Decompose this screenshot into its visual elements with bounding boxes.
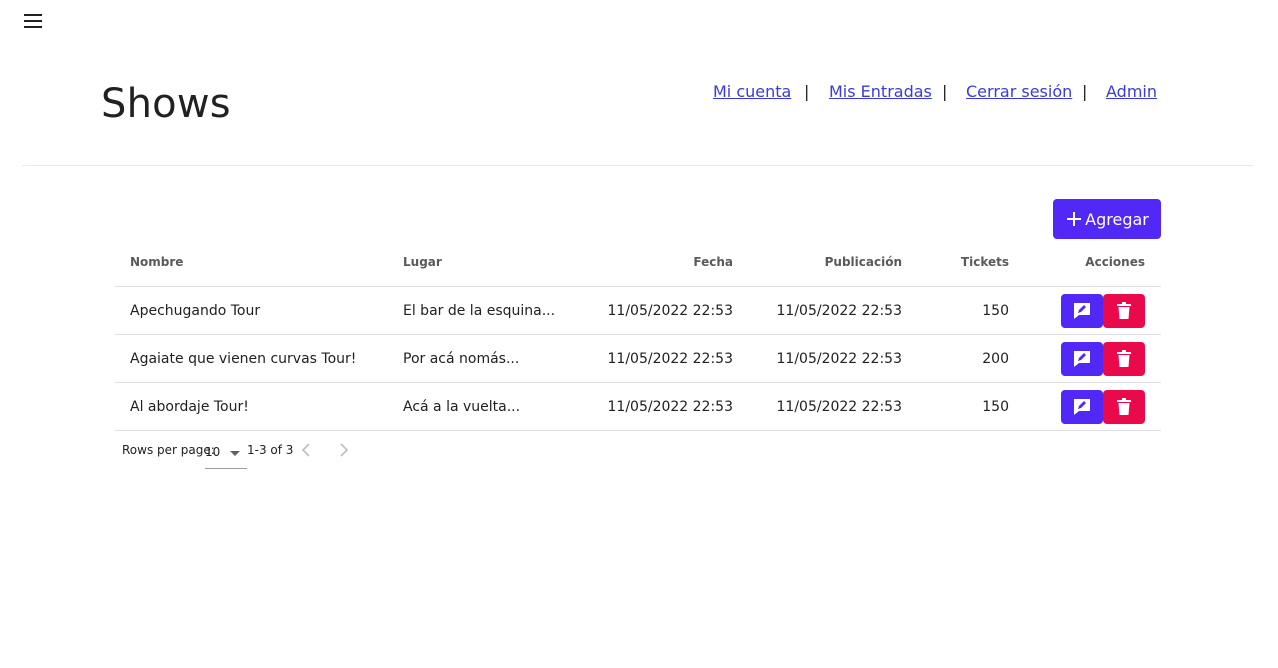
nav-separator: | bbox=[1082, 82, 1088, 101]
cell-lugar: Por acá nomás... bbox=[403, 350, 520, 367]
cell-publicacion: 11/05/2022 22:53 bbox=[776, 302, 903, 319]
cell-publicacion: 11/05/2022 22:53 bbox=[776, 398, 903, 415]
column-header-tickets[interactable]: Tickets bbox=[961, 238, 1009, 286]
rows-per-page-value: 10 bbox=[205, 445, 221, 459]
cell-acciones bbox=[1061, 335, 1145, 382]
nav-separator: | bbox=[804, 82, 810, 101]
delete-button[interactable] bbox=[1103, 389, 1145, 424]
rows-per-page-select[interactable]: 10 bbox=[205, 442, 247, 469]
trash-icon bbox=[1117, 349, 1131, 367]
chevron-right-icon bbox=[340, 443, 349, 457]
cell-nombre: Apechugando Tour bbox=[130, 302, 261, 319]
cell-tickets: 200 bbox=[982, 350, 1009, 367]
cell-fecha: 11/05/2022 22:53 bbox=[607, 350, 734, 367]
edit-icon bbox=[1074, 350, 1090, 367]
table-header: Nombre Lugar Fecha Publicación Tickets A… bbox=[114, 238, 1161, 287]
page-title: Shows bbox=[101, 81, 231, 127]
delete-button[interactable] bbox=[1103, 341, 1145, 376]
column-header-fecha[interactable]: Fecha bbox=[693, 238, 733, 286]
chevron-left-icon bbox=[301, 443, 310, 457]
cell-acciones bbox=[1061, 287, 1145, 334]
cell-fecha: 11/05/2022 22:53 bbox=[607, 302, 734, 319]
edit-icon bbox=[1074, 302, 1090, 319]
cell-lugar: Acá a la vuelta... bbox=[403, 398, 521, 415]
shows-table: Nombre Lugar Fecha Publicación Tickets A… bbox=[114, 238, 1161, 431]
edit-button[interactable] bbox=[1061, 293, 1103, 328]
column-header-lugar[interactable]: Lugar bbox=[403, 238, 442, 286]
nav-link-cerrar-sesion[interactable]: Cerrar sesión bbox=[966, 82, 1072, 101]
header-divider bbox=[22, 165, 1254, 166]
caret-down-icon bbox=[230, 451, 240, 456]
pagination-range: 1-3 of 3 bbox=[247, 443, 294, 457]
cell-tickets: 150 bbox=[982, 398, 1009, 415]
nav-link-mis-entradas[interactable]: Mis Entradas bbox=[829, 82, 932, 101]
cell-nombre: Al abordaje Tour! bbox=[130, 398, 249, 415]
menu-icon[interactable] bbox=[22, 12, 46, 30]
column-header-nombre[interactable]: Nombre bbox=[130, 238, 183, 286]
cell-lugar: El bar de la esquina... bbox=[403, 302, 556, 319]
cell-fecha: 11/05/2022 22:53 bbox=[607, 398, 734, 415]
cell-nombre: Agaiate que vienen curvas Tour! bbox=[130, 350, 357, 367]
add-button-label: Agregar bbox=[1085, 209, 1149, 229]
trash-icon bbox=[1117, 301, 1131, 319]
delete-button[interactable] bbox=[1103, 293, 1145, 328]
nav-link-mi-cuenta[interactable]: Mi cuenta bbox=[713, 82, 791, 101]
column-header-acciones: Acciones bbox=[1085, 255, 1145, 269]
nav-link-admin[interactable]: Admin bbox=[1106, 82, 1157, 101]
column-header-publicacion[interactable]: Publicación bbox=[825, 238, 902, 286]
edit-button[interactable] bbox=[1061, 389, 1103, 424]
table-row: Al abordaje Tour! Acá a la vuelta... 11/… bbox=[114, 383, 1161, 431]
rows-per-page-label: Rows per page: bbox=[122, 443, 215, 457]
edit-button[interactable] bbox=[1061, 341, 1103, 376]
trash-icon bbox=[1117, 397, 1131, 415]
cell-acciones bbox=[1061, 383, 1145, 430]
prev-page-button[interactable] bbox=[295, 440, 319, 460]
nav-separator: | bbox=[942, 82, 948, 101]
edit-icon bbox=[1074, 398, 1090, 415]
plus-icon bbox=[1067, 212, 1082, 226]
add-button[interactable]: Agregar bbox=[1053, 199, 1161, 239]
table-row: Apechugando Tour El bar de la esquina...… bbox=[114, 287, 1161, 335]
cell-publicacion: 11/05/2022 22:53 bbox=[776, 350, 903, 367]
cell-tickets: 150 bbox=[982, 302, 1009, 319]
next-page-button[interactable] bbox=[331, 440, 355, 460]
table-row: Agaiate que vienen curvas Tour! Por acá … bbox=[114, 335, 1161, 383]
